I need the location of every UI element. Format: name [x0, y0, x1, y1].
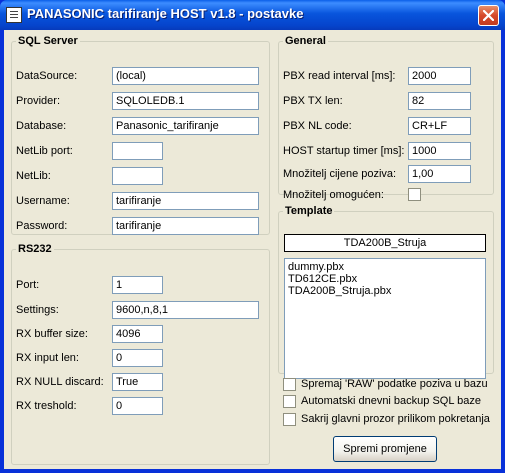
- rx-buffer-size-label: RX buffer size:: [16, 328, 88, 340]
- rs232-legend: RS232: [18, 243, 52, 255]
- database-input[interactable]: [112, 117, 259, 135]
- password-input[interactable]: [112, 217, 259, 235]
- list-item[interactable]: dummy.pbx: [288, 261, 482, 273]
- pbx-read-interval-label: PBX read interval [ms]:: [283, 70, 396, 82]
- close-button[interactable]: [478, 5, 499, 26]
- rs232-group: RS232 Port: Settings: RX buffer size: RX…: [11, 243, 270, 465]
- sql-server-legend: SQL Server: [18, 35, 78, 47]
- netlib-port-label: NetLib port:: [16, 145, 73, 157]
- template-legend: Template: [285, 205, 333, 217]
- password-label: Password:: [16, 220, 68, 232]
- netlib-input[interactable]: [112, 167, 163, 185]
- provider-input[interactable]: [112, 92, 259, 110]
- multiplier-enabled-label: Množitelj omogućen:: [283, 189, 384, 201]
- pbx-read-interval-input[interactable]: [408, 67, 471, 85]
- port-label: Port:: [16, 279, 40, 291]
- save-raw-data-label: Spremaj 'RAW' podatke poziva u bazu: [301, 378, 488, 390]
- template-list[interactable]: dummy.pbx TD612CE.pbx TDA200B_Struja.pbx: [284, 258, 486, 379]
- daily-backup-label: Automatski dnevni backup SQL baze: [301, 395, 481, 407]
- list-item[interactable]: TDA200B_Struja.pbx: [288, 285, 482, 297]
- save-changes-button[interactable]: Spremi promjene: [333, 436, 437, 462]
- rx-buffer-size-input[interactable]: [112, 325, 163, 343]
- template-group: Template TDA200B_Struja dummy.pbx TD612C…: [278, 205, 494, 379]
- host-startup-timer-label: HOST startup timer [ms]:: [283, 145, 405, 157]
- settings-window: PANASONIC tarifiranje HOST v1.8 - postav…: [0, 0, 505, 473]
- username-label: Username:: [16, 195, 70, 207]
- multiplier-enabled-checkbox[interactable]: [408, 188, 421, 201]
- netlib-port-input[interactable]: [112, 142, 163, 160]
- hide-main-window-checkbox[interactable]: [283, 413, 296, 426]
- rx-input-len-label: RX input len:: [16, 352, 79, 364]
- app-icon: [6, 7, 22, 23]
- host-startup-timer-input[interactable]: [408, 142, 471, 160]
- save-raw-data-checkbox[interactable]: [283, 378, 296, 391]
- general-legend: General: [285, 35, 326, 47]
- rx-treshold-label: RX treshold:: [16, 400, 77, 412]
- rx-null-discard-input[interactable]: [112, 373, 163, 391]
- rx-treshold-input[interactable]: [112, 397, 163, 415]
- pbx-tx-len-label: PBX TX len:: [283, 95, 343, 107]
- pbx-tx-len-input[interactable]: [408, 92, 471, 110]
- rx-null-discard-label: RX NULL discard:: [16, 376, 104, 388]
- database-label: Database:: [16, 120, 67, 132]
- rx-input-len-input[interactable]: [112, 349, 163, 367]
- dialog-client-area: SQL Server DataSource: Provider: Databas…: [4, 30, 501, 469]
- settings-input[interactable]: [112, 301, 259, 319]
- username-input[interactable]: [112, 192, 259, 210]
- datasource-label: DataSource:: [16, 70, 78, 82]
- sql-server-group: SQL Server DataSource: Provider: Databas…: [11, 35, 270, 235]
- pbx-nl-code-label: PBX NL code:: [283, 120, 352, 132]
- daily-backup-checkbox[interactable]: [283, 395, 296, 408]
- close-icon: [483, 10, 494, 21]
- general-group: General PBX read interval [ms]: PBX TX l…: [278, 35, 494, 201]
- price-multiplier-label: Množitelj cijene poziva:: [283, 168, 397, 180]
- provider-label: Provider:: [16, 95, 61, 107]
- selected-template: TDA200B_Struja: [284, 234, 486, 252]
- settings-label: Settings:: [16, 304, 59, 316]
- pbx-nl-code-input[interactable]: [408, 117, 471, 135]
- datasource-input[interactable]: [112, 67, 259, 85]
- netlib-label: NetLib:: [16, 170, 51, 182]
- hide-main-window-label: Sakrij glavni prozor prilikom pokretanja: [301, 413, 490, 425]
- price-multiplier-input[interactable]: [408, 165, 471, 183]
- title-bar[interactable]: PANASONIC tarifiranje HOST v1.8 - postav…: [0, 0, 505, 30]
- list-item[interactable]: TD612CE.pbx: [288, 273, 482, 285]
- port-input[interactable]: [112, 276, 163, 294]
- window-title: PANASONIC tarifiranje HOST v1.8 - postav…: [27, 6, 304, 21]
